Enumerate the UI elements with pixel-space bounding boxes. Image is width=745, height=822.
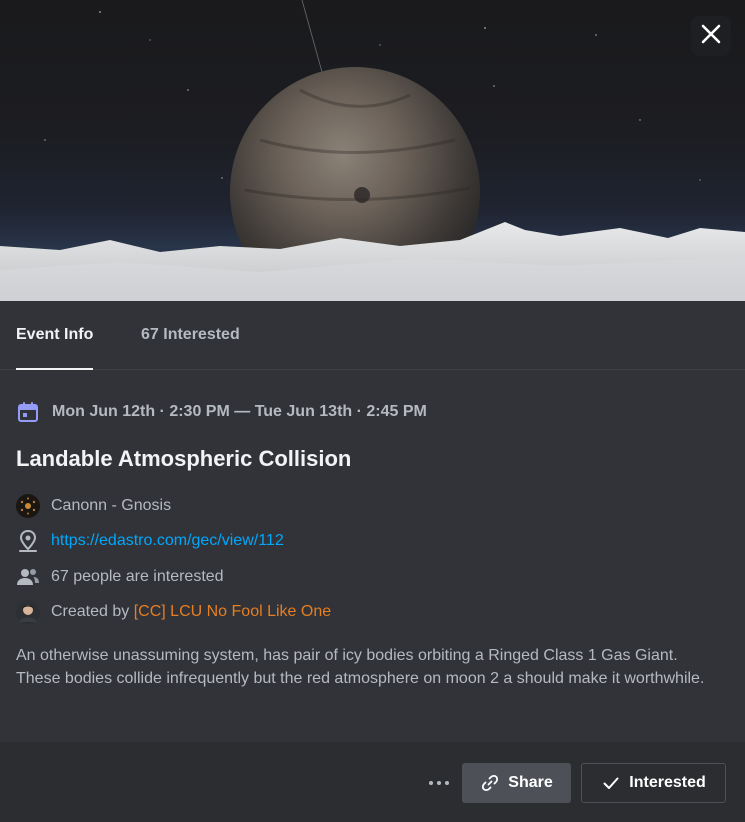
link-icon (480, 773, 500, 793)
footer-bar: Share Interested (0, 742, 745, 822)
creator-row: Created by [CC] LCU No Fool Like One (16, 599, 331, 625)
event-description: An otherwise unassuming system, has pair… (16, 647, 705, 687)
calendar-icon (16, 400, 40, 424)
interested-count-text: 67 people are interested (51, 568, 224, 585)
location-pin-icon (16, 529, 40, 553)
more-dots-icon (428, 773, 450, 791)
people-icon (16, 565, 40, 589)
tab-interested[interactable]: 67 Interested (141, 326, 240, 344)
tab-bar: Event Info 67 Interested (0, 301, 745, 370)
cover-art (0, 0, 745, 301)
interested-button[interactable]: Interested (581, 763, 726, 803)
creator-avatar[interactable] (16, 600, 40, 624)
created-by-prefix: Created by (51, 603, 130, 620)
server-name: Canonn - Gnosis (51, 497, 172, 514)
location-link[interactable]: https://edastro.com/gec/view/112 (51, 532, 284, 550)
location-row: https://edastro.com/gec/view/112 (16, 528, 284, 554)
creator-name[interactable]: [CC] LCU No Fool Like One (134, 603, 331, 620)
check-icon (601, 773, 621, 793)
event-cover-image (0, 0, 745, 301)
more-options-button[interactable] (425, 768, 453, 796)
close-button[interactable] (691, 16, 731, 56)
close-icon (700, 23, 722, 50)
share-button[interactable]: Share (462, 763, 571, 803)
tab-event-info[interactable]: Event Info (16, 326, 94, 370)
server-row: Canonn - Gnosis (16, 493, 171, 519)
created-by-text: Created by [CC] LCU No Fool Like One (51, 603, 331, 621)
event-title: Landable Atmospheric Collision (16, 446, 352, 471)
event-datetime: Mon Jun 12th · 2:30 PM — Tue Jun 13th · … (52, 403, 427, 420)
server-icon (16, 494, 40, 518)
share-label: Share (508, 774, 553, 791)
interested-row: 67 people are interested (16, 564, 224, 590)
event-datetime-row: Mon Jun 12th · 2:30 PM — Tue Jun 13th · … (16, 400, 427, 424)
interested-label: Interested (629, 774, 706, 791)
